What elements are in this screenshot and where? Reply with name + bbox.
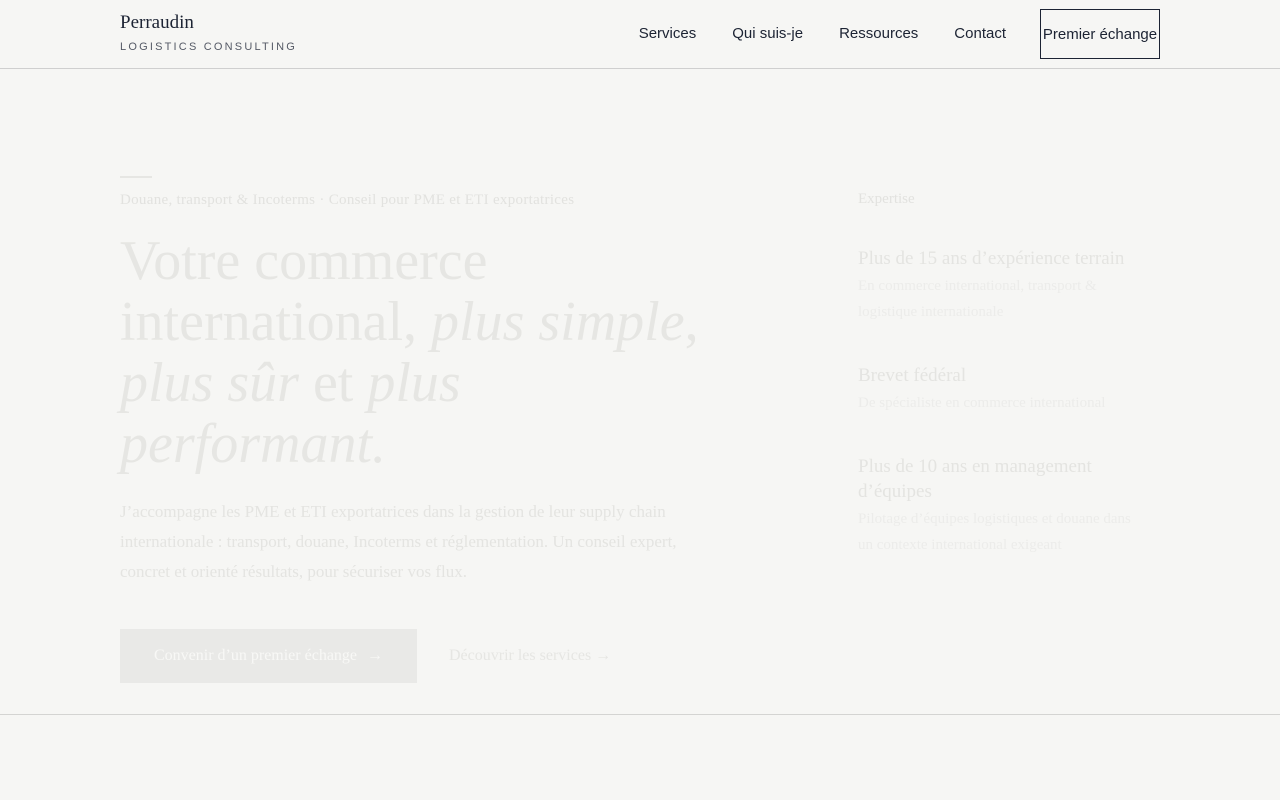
- nav-link-services[interactable]: Services: [639, 25, 697, 43]
- expertise-panel: Expertise Plus de 15 ans d’expérience te…: [858, 191, 1148, 558]
- arrow-right-icon: →: [367, 647, 384, 664]
- expertise-item-text: De spécialiste en commerce international: [858, 395, 1106, 411]
- expertise-item: Brevet fédéral De spécialiste en commerc…: [858, 363, 1148, 416]
- hero-title-line2: international,: [120, 291, 432, 353]
- hero-section: Douane, transport & Incoterms · Conseil …: [120, 176, 740, 683]
- hero-title-emphasis-safe: plus sûr: [120, 352, 299, 414]
- first-meeting-button[interactable]: Premier échange: [1040, 9, 1160, 59]
- hero-eyebrow: Douane, transport & Incoterms · Conseil …: [120, 192, 575, 208]
- brand-logo[interactable]: Perraudin LOGISTICS CONSULTING: [120, 12, 297, 54]
- arrow-right-icon: →: [595, 647, 612, 664]
- expertise-item-text: Pilotage d’équipes logistiques et douane…: [858, 511, 1131, 553]
- brand-tagline: LOGISTICS CONSULTING: [120, 41, 298, 53]
- brand-name[interactable]: Perraudin: [120, 12, 297, 34]
- schedule-meeting-label: Convenir d’un premier échange: [153, 647, 358, 664]
- hero-accent-rule: [120, 176, 152, 178]
- expertise-item: Plus de 15 ans d’expérience terrain En c…: [858, 246, 1148, 325]
- hero-title-comma: ,: [684, 291, 699, 353]
- section-divider: [0, 714, 1280, 715]
- expertise-item-title: Plus de 15 ans d’expérience terrain: [858, 248, 1125, 269]
- site-header: Perraudin LOGISTICS CONSULTING Services …: [0, 0, 1280, 69]
- expertise-item-title: Brevet fédéral: [858, 365, 967, 386]
- hero-title-emphasis-simple: plus simple: [431, 291, 685, 353]
- hero-title: Votre commerce international, plus simpl…: [120, 231, 740, 475]
- schedule-meeting-button[interactable]: Convenir d’un premier échange →: [120, 629, 417, 683]
- hero-lead: J’accompagne les PME et ETI exportatrice…: [120, 502, 677, 581]
- nav-link-contact[interactable]: Contact: [954, 25, 1006, 43]
- discover-services-label: Découvrir les services: [449, 647, 592, 664]
- hero-title-conjunction: et: [298, 352, 368, 414]
- discover-services-link[interactable]: Découvrir les services →: [449, 647, 611, 665]
- main-nav: Services Qui suis-je Ressources Contact …: [639, 9, 1160, 59]
- expertise-item-text: En commerce international, transport & l…: [858, 278, 1097, 320]
- hero-title-line1: Votre commerce: [120, 230, 488, 292]
- expertise-item: Plus de 10 ans en management d’équipes P…: [858, 454, 1148, 558]
- expertise-item-title: Plus de 10 ans en management d’équipes: [858, 456, 1092, 502]
- hero-actions: Convenir d’un premier échange → Découvri…: [120, 629, 740, 683]
- expertise-label: Expertise: [858, 191, 915, 207]
- nav-link-resources[interactable]: Ressources: [839, 25, 918, 43]
- nav-link-about[interactable]: Qui suis-je: [732, 25, 803, 43]
